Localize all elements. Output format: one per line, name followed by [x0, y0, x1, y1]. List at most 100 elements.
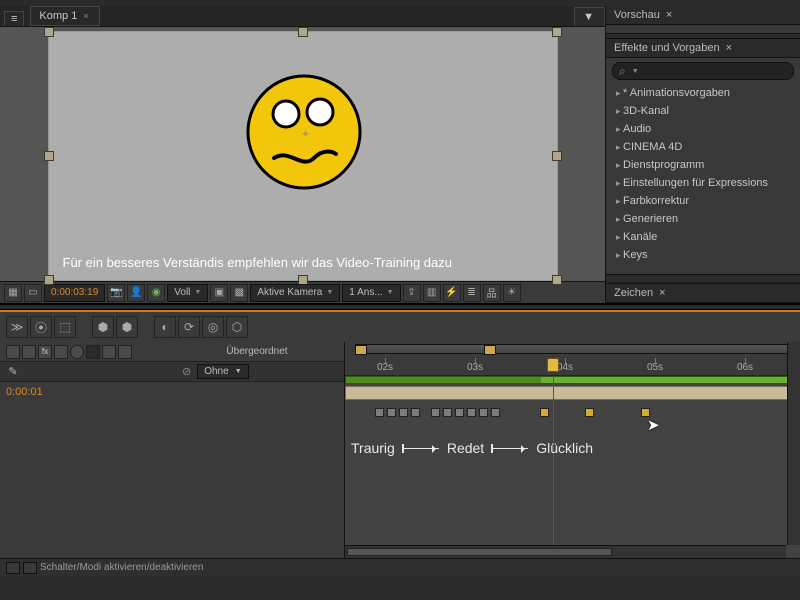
handle-tl[interactable]	[44, 27, 54, 37]
switch-fx-icon[interactable]: fx	[38, 345, 52, 359]
pen-icon[interactable]: ✎	[6, 365, 20, 378]
resolution-dropdown[interactable]: Voll	[167, 284, 208, 302]
handle-tr[interactable]	[552, 27, 562, 37]
canvas[interactable]: ✦ Für ein besseres Verständis empfehlen …	[48, 31, 558, 281]
composition-viewer[interactable]: ✦ Für ein besseres Verständis empfehlen …	[0, 27, 605, 281]
flowchart-icon[interactable]: 品	[483, 284, 501, 302]
keyframe[interactable]	[479, 408, 488, 417]
share-icon[interactable]: ⇪	[403, 284, 421, 302]
preview-panel-tab[interactable]: Vorschau×	[606, 6, 800, 25]
layer-bar[interactable]	[345, 386, 800, 400]
tick-label: 06s	[737, 362, 753, 373]
effects-search[interactable]: ⌕	[612, 62, 794, 80]
camera-dropdown[interactable]: Aktive Kamera	[250, 284, 340, 302]
switch-icon[interactable]	[6, 345, 20, 359]
left-time: 0:00:01	[0, 382, 344, 402]
layer-row[interactable]: ✎ ⊘ Ohne	[0, 362, 344, 382]
close-icon[interactable]: ×	[726, 42, 732, 54]
tool-icon[interactable]: ≫	[6, 316, 28, 338]
keyframe-selected[interactable]	[585, 408, 594, 417]
keyframe[interactable]	[387, 408, 396, 417]
views-dropdown[interactable]: 1 Ans...	[342, 284, 400, 302]
effects-category[interactable]: CINEMA 4D	[606, 138, 800, 156]
tool-icon[interactable]: ⬚	[54, 316, 76, 338]
switch-icon[interactable]	[86, 345, 100, 359]
effects-category[interactable]: Einstellungen für Expressions	[606, 174, 800, 192]
label-traurig: Traurig	[351, 440, 395, 456]
tool-icon[interactable]: ⟳	[178, 316, 200, 338]
transparency-icon[interactable]: ▩	[230, 284, 248, 302]
tool-icon[interactable]: ◎	[202, 316, 224, 338]
effects-panel-tab[interactable]: Effekte und Vorgaben×	[606, 39, 800, 58]
status-text: Schalter/Modi aktivieren/deaktivieren	[40, 562, 203, 573]
time-ruler[interactable]: 02s03s04s05s06s	[345, 342, 800, 376]
cube-icon[interactable]: ⬢	[116, 316, 138, 338]
timecode-field[interactable]: 0:00:03:19	[44, 284, 105, 302]
effects-category[interactable]: Generieren	[606, 210, 800, 228]
arrow-icon	[403, 448, 439, 449]
effects-category[interactable]: Keys	[606, 246, 800, 264]
effects-category[interactable]: Kanäle	[606, 228, 800, 246]
switch-icon[interactable]	[54, 345, 68, 359]
viewer-toolbar: ▦ ▭ 0:00:03:19 📷 👤 ◉ Voll ▣ ▩ Aktive Kam…	[0, 281, 605, 303]
close-icon[interactable]: ×	[659, 287, 665, 299]
keyframe[interactable]	[455, 408, 464, 417]
keyframe[interactable]	[399, 408, 408, 417]
switch-icon[interactable]	[70, 345, 84, 359]
keyframe[interactable]	[411, 408, 420, 417]
handle-cl[interactable]	[44, 151, 54, 161]
playhead-indicator[interactable]	[547, 358, 559, 372]
snapshot-icon[interactable]: 📷	[107, 284, 125, 302]
viewer-menu[interactable]: ▼	[574, 7, 605, 26]
effects-category[interactable]: Audio	[606, 120, 800, 138]
timeline-toolbar: ≫ ⦿ ⬚ ⬢ ⬢ ◐ ⟳ ◎ ⬡	[0, 312, 800, 342]
handle-bl[interactable]	[44, 275, 54, 285]
switch-icon[interactable]	[118, 345, 132, 359]
zeichen-panel-tab[interactable]: Zeichen×	[606, 284, 800, 303]
tool-icon[interactable]: ◐	[154, 316, 176, 338]
cube-icon[interactable]: ⬢	[92, 316, 114, 338]
tab-badge[interactable]: ≡	[4, 11, 24, 26]
close-icon[interactable]: ×	[83, 11, 88, 21]
v-scrollbar[interactable]	[787, 342, 800, 545]
tick-label: 04s	[557, 362, 573, 373]
aspect-icon[interactable]: ▭	[24, 284, 42, 302]
label-gluecklich: Glücklich	[536, 440, 593, 456]
playhead-line[interactable]	[553, 376, 554, 558]
fast-preview-icon[interactable]: ⚡	[443, 284, 461, 302]
keyframe[interactable]	[375, 408, 384, 417]
keyframe-selected[interactable]	[540, 408, 549, 417]
handle-tc[interactable]	[298, 27, 308, 37]
h-scrollbar[interactable]	[345, 545, 786, 558]
handle-br[interactable]	[552, 275, 562, 285]
keyframe[interactable]	[491, 408, 500, 417]
comp-tab[interactable]: Komp 1×	[30, 6, 99, 26]
keyframe[interactable]	[431, 408, 440, 417]
toggle-switch-button[interactable]	[23, 562, 37, 574]
pixel-aspect-icon[interactable]: ▥	[423, 284, 441, 302]
effects-category[interactable]: Farbkorrektur	[606, 192, 800, 210]
switch-icon[interactable]	[102, 345, 116, 359]
tool-icon[interactable]: ⬡	[226, 316, 248, 338]
mouse-cursor: ➤	[647, 416, 660, 434]
effects-category[interactable]: * Animationsvorgaben	[606, 84, 800, 102]
keyframe[interactable]	[443, 408, 452, 417]
parent-dropdown[interactable]: Ohne	[197, 364, 248, 379]
grid-icon[interactable]: ▦	[4, 284, 22, 302]
effects-category[interactable]: 3D-Kanal	[606, 102, 800, 120]
tool-icon[interactable]: ⦿	[30, 316, 52, 338]
exposure-icon[interactable]: ☀	[503, 284, 521, 302]
toggle-switch-button[interactable]	[6, 562, 20, 574]
show-snapshot-icon[interactable]: 👤	[127, 284, 145, 302]
timeline-icon[interactable]: ≣	[463, 284, 481, 302]
label-redet: Redet	[447, 440, 484, 456]
roi-icon[interactable]: ▣	[210, 284, 228, 302]
handle-cr[interactable]	[552, 151, 562, 161]
workarea-start[interactable]	[355, 345, 367, 355]
close-icon[interactable]: ×	[666, 9, 672, 21]
workarea-end[interactable]	[484, 345, 496, 355]
keyframe[interactable]	[467, 408, 476, 417]
switch-icon[interactable]	[22, 345, 36, 359]
channels-icon[interactable]: ◉	[147, 284, 165, 302]
effects-category[interactable]: Dienstprogramm	[606, 156, 800, 174]
